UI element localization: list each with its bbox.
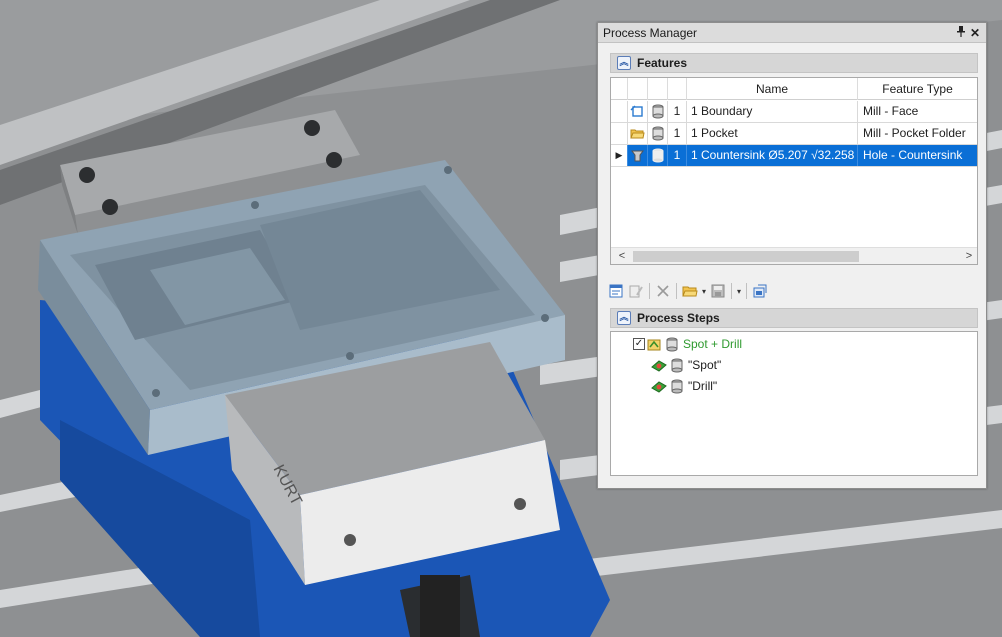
step-label: "Drill" xyxy=(688,379,718,393)
new-feature-icon[interactable] xyxy=(606,281,626,301)
folder-icon xyxy=(630,129,645,139)
column-header-name[interactable]: Name xyxy=(687,78,858,100)
drill-tool-icon xyxy=(651,380,667,393)
feature-type: Mill - Pocket Folder xyxy=(863,126,966,140)
edit-icon[interactable] xyxy=(626,281,646,301)
process-step-spot-drill[interactable]: ✓ Spot + Drill xyxy=(633,335,742,353)
features-title: Features xyxy=(637,56,688,70)
scroll-right-arrow-icon[interactable]: > xyxy=(961,248,977,264)
feature-row[interactable]: 1 1 Pocket Mill - Pocket Folder xyxy=(611,123,977,145)
row-indicator-icon: ▶ xyxy=(611,145,628,166)
panel-title: Process Manager xyxy=(603,25,698,40)
features-horizontal-scrollbar[interactable]: < > xyxy=(611,247,977,264)
database-icon xyxy=(652,126,664,141)
feature-row-selected[interactable]: ▶ 1 1 Countersink Ø5.207 √32.258 Hole - … xyxy=(611,145,977,167)
feature-name: 1 Boundary xyxy=(687,101,858,122)
feature-type: Hole - Countersink xyxy=(863,148,963,162)
collapse-icon[interactable]: ︽ xyxy=(617,56,631,70)
process-steps-title: Process Steps xyxy=(637,311,720,325)
database-icon xyxy=(671,358,683,372)
export-icon[interactable] xyxy=(750,281,770,301)
step-label: Spot + Drill xyxy=(683,337,743,351)
open-folder-icon[interactable] xyxy=(680,281,700,301)
chevron-down-icon[interactable]: ▾ xyxy=(700,287,708,296)
database-icon xyxy=(666,337,678,351)
database-icon xyxy=(671,379,683,393)
process-manager-panel: Process Manager ✕ ︽ Features Name Featur… xyxy=(597,22,987,489)
boundary-icon xyxy=(630,105,643,117)
step-label: "Spot" xyxy=(688,358,722,372)
features-section-header[interactable]: ︽ Features xyxy=(610,53,978,73)
countersink-icon xyxy=(631,150,644,162)
database-icon xyxy=(652,104,664,119)
collapse-icon[interactable]: ︽ xyxy=(617,311,631,325)
features-grid-header: Name Feature Type xyxy=(611,78,977,100)
process-step-spot[interactable]: "Spot" xyxy=(651,356,721,374)
save-icon[interactable] xyxy=(708,281,728,301)
operation-icon xyxy=(647,339,661,350)
panel-title-bar[interactable]: Process Manager ✕ xyxy=(598,23,986,43)
column-header-feature-type[interactable]: Feature Type xyxy=(858,78,977,100)
feature-type: Mill - Face xyxy=(863,104,919,118)
delete-icon[interactable] xyxy=(653,281,673,301)
pin-icon[interactable] xyxy=(954,25,968,40)
spot-drill-tool-icon xyxy=(651,359,667,372)
step-checkbox[interactable]: ✓ xyxy=(633,338,645,350)
feature-name: 1 Countersink Ø5.207 √32.258 xyxy=(687,145,858,166)
feature-row[interactable]: 1 1 Boundary Mill - Face xyxy=(611,101,977,123)
database-icon xyxy=(652,148,664,163)
scrollbar-thumb[interactable] xyxy=(633,251,859,262)
process-steps-tree: ✓ Spot + Drill "Spot" "Drill" xyxy=(610,331,978,476)
close-icon[interactable]: ✕ xyxy=(968,26,982,40)
features-grid: Name Feature Type 1 1 Boundary Mill - Fa… xyxy=(610,77,978,265)
features-toolbar: ▾ ▾ xyxy=(606,280,770,302)
feature-name: 1 Pocket xyxy=(687,123,858,144)
process-step-drill[interactable]: "Drill" xyxy=(651,377,717,395)
process-steps-section-header[interactable]: ︽ Process Steps xyxy=(610,308,978,328)
scroll-left-arrow-icon[interactable]: < xyxy=(614,248,630,264)
chevron-down-icon[interactable]: ▾ xyxy=(735,287,743,296)
